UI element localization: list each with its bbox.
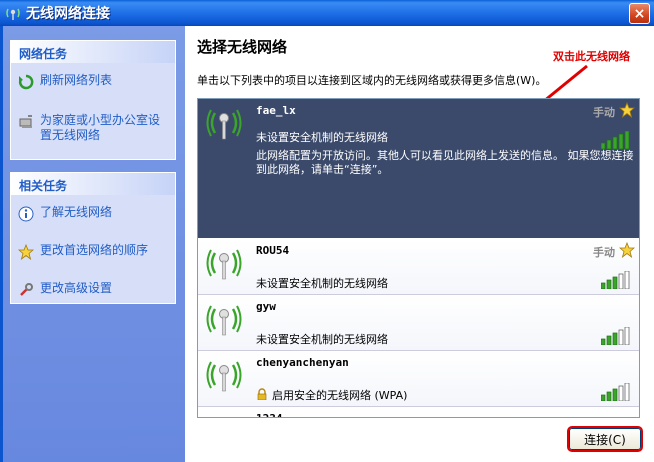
network-item[interactable]: chenyanchenyan 启用安全的无线网络 (WPA)	[198, 351, 639, 407]
signal-bar	[600, 394, 606, 402]
close-icon: ×	[633, 5, 646, 22]
lock-icon	[256, 387, 272, 403]
wireless-antenna-icon	[206, 301, 242, 337]
network-security-label: 未设置安全机制的无线网络	[256, 131, 388, 144]
wireless-antenna-icon	[206, 413, 242, 417]
signal-strength-icon	[600, 270, 631, 290]
network-security-label: 未设置安全机制的无线网络	[256, 277, 388, 290]
signal-bar	[618, 133, 624, 150]
window-title: 无线网络连接	[26, 6, 110, 22]
network-security-label: 未设置安全机制的无线网络	[256, 333, 388, 346]
advanced-settings-label: 更改高级设置	[40, 281, 113, 295]
network-item[interactable]: fae_lx 手动 未设置安全机制的无线网络此网络配置为开放访问。其他人可以看见此…	[198, 99, 639, 239]
network-security: 未设置安全机制的无线网络	[256, 275, 388, 291]
signal-strength-icon	[600, 130, 631, 150]
network-tasks-panel: 网络任务 刷新网络列表 为家庭或小型办公室设置无线网络	[10, 40, 176, 160]
star-icon	[17, 243, 35, 261]
network-ssid: ROU54	[256, 244, 290, 257]
network-description: 此网络配置为开放访问。其他人可以看见此网络上发送的信息。 如果您想连接到此网络，…	[256, 149, 634, 176]
setup-home-network-link[interactable]: 为家庭或小型办公室设置无线网络	[11, 109, 175, 147]
title-bar: 无线网络连接 ×	[0, 0, 654, 26]
network-item[interactable]: 1234	[198, 407, 639, 417]
change-preferred-order-label: 更改首选网络的顺序	[40, 243, 149, 257]
wireless-antenna-icon	[206, 105, 242, 141]
signal-bar	[624, 130, 630, 150]
refresh-icon	[17, 73, 35, 91]
refresh-network-list-label: 刷新网络列表	[40, 73, 113, 87]
network-list[interactable]: fae_lx 手动 未设置安全机制的无线网络 此网络配置为开放访问。其他人可以看见此…	[197, 98, 640, 418]
wireless-network-icon	[4, 4, 22, 22]
advanced-settings-link[interactable]: 更改高级设置	[11, 277, 175, 303]
connect-button[interactable]: 连接(C)	[567, 426, 643, 452]
signal-bar	[624, 270, 630, 290]
related-tasks-panel: 相关任务 了解无线网络 更改首选网络的顺序 更改高级设置	[10, 172, 176, 304]
signal-bar	[612, 136, 618, 150]
network-security: 未设置安全机制的无线网络	[256, 331, 388, 347]
preferred-star-icon	[618, 241, 636, 259]
network-security-label: 启用安全的无线网络 (WPA)	[272, 389, 408, 402]
wireless-antenna-icon	[206, 245, 242, 281]
instruction-text: 单击以下列表中的项目以连接到区域内的无线网络或获得更多信息(W)。	[197, 74, 547, 87]
settings-icon	[17, 281, 35, 299]
learn-wireless-link[interactable]: 了解无线网络	[11, 201, 175, 227]
connection-mode: 手动	[593, 246, 615, 259]
signal-bar	[606, 335, 612, 346]
network-item[interactable]: ROU54 手动 未设置安全机制的无线网络	[198, 239, 639, 295]
signal-bar	[612, 276, 618, 290]
setup-home-network-label: 为家庭或小型办公室设置无线网络	[40, 113, 161, 142]
network-security: 启用安全的无线网络 (WPA)	[256, 387, 407, 403]
network-tasks-header[interactable]: 网络任务	[11, 41, 175, 63]
signal-bar	[600, 338, 606, 346]
signal-bar	[618, 385, 624, 402]
signal-bar	[612, 332, 618, 346]
signal-strength-icon	[600, 326, 631, 346]
refresh-network-list-link[interactable]: 刷新网络列表	[11, 69, 175, 95]
main-panel: 选择无线网络 双击此无线网络 单击以下列表中的项目以连接到区域内的无线网络或获得…	[185, 26, 654, 462]
signal-bar	[612, 388, 618, 402]
learn-wireless-label: 了解无线网络	[40, 205, 113, 219]
setup-network-icon	[17, 113, 35, 131]
page-title: 选择无线网络	[197, 38, 288, 56]
network-ssid: 1234	[256, 412, 283, 417]
network-security: 未设置安全机制的无线网络	[256, 129, 388, 145]
signal-bar	[606, 391, 612, 402]
preferred-star-icon	[618, 101, 636, 119]
close-button[interactable]: ×	[629, 3, 650, 24]
change-preferred-order-link[interactable]: 更改首选网络的顺序	[11, 239, 175, 265]
wireless-antenna-icon	[206, 357, 242, 393]
signal-bar	[606, 279, 612, 290]
signal-bar	[600, 282, 606, 290]
task-pane: 网络任务 刷新网络列表 为家庭或小型办公室设置无线网络 相关任务 了解无线网络 …	[0, 26, 185, 462]
signal-bar	[624, 326, 630, 346]
signal-strength-icon	[600, 382, 631, 402]
signal-bar	[606, 139, 612, 150]
signal-bar	[618, 273, 624, 290]
signal-bar	[618, 329, 624, 346]
connection-mode: 手动	[593, 106, 615, 119]
network-ssid: fae_lx	[256, 104, 296, 117]
network-ssid: chenyanchenyan	[256, 356, 349, 369]
network-item[interactable]: gyw 未设置安全机制的无线网络	[198, 295, 639, 351]
related-tasks-header[interactable]: 相关任务	[11, 173, 175, 195]
signal-bar	[624, 382, 630, 402]
info-icon	[17, 205, 35, 223]
network-ssid: gyw	[256, 300, 276, 313]
